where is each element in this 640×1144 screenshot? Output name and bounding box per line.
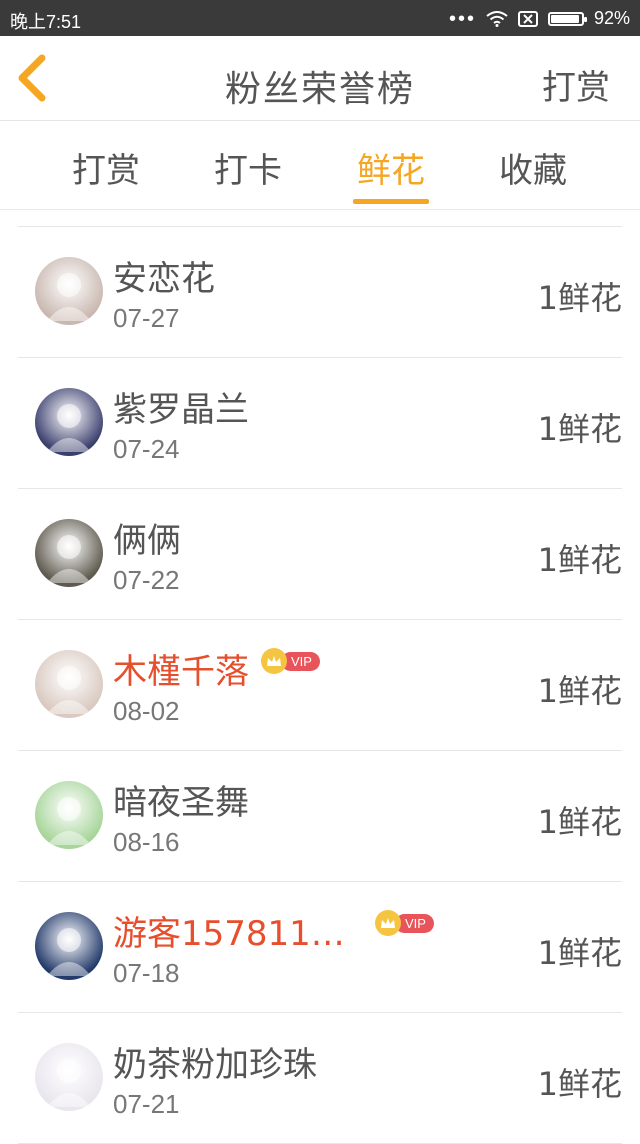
avatar[interactable] xyxy=(35,1043,103,1111)
flower-amount: 1鲜花 xyxy=(537,803,622,841)
avatar[interactable] xyxy=(35,781,103,849)
fan-date: 07-21 xyxy=(113,1089,180,1119)
fan-row[interactable]: 暗夜圣舞 08-16 1鲜花 xyxy=(18,750,622,881)
battery-icon xyxy=(547,11,587,26)
fan-date: 07-24 xyxy=(113,434,180,464)
avatar[interactable] xyxy=(35,650,103,718)
fan-date: 07-18 xyxy=(113,958,180,988)
fan-name: 游客1578110... xyxy=(113,914,363,954)
fan-row[interactable]: 俩俩 07-22 1鲜花 xyxy=(18,488,622,619)
fan-row[interactable]: 安恋花 07-27 1鲜花 xyxy=(18,226,622,357)
tab-checkin[interactable]: 打卡 xyxy=(188,143,308,192)
fan-date: 07-22 xyxy=(113,565,180,595)
avatar[interactable] xyxy=(35,388,103,456)
vip-badge: VIP xyxy=(375,910,434,936)
wifi-icon xyxy=(486,10,508,27)
fan-row[interactable]: 木槿千落 VIP 08-02 1鲜花 xyxy=(18,619,622,750)
flower-amount: 1鲜花 xyxy=(537,541,622,579)
fan-list: 安恋花 07-27 1鲜花 紫罗晶兰 07-24 1鲜花 俩俩 07-22 1鲜花 木槿千落 VIP… xyxy=(0,226,640,1144)
fan-date: 07-27 xyxy=(113,303,180,333)
avatar[interactable] xyxy=(35,257,103,325)
fan-name: 俩俩 xyxy=(113,521,181,561)
fan-name: 木槿千落 xyxy=(113,652,249,692)
battery-percent: 92% xyxy=(593,8,630,28)
status-right: ••• 92% xyxy=(449,8,630,29)
battery-fill xyxy=(550,14,579,23)
crown-icon xyxy=(261,648,287,674)
crown-icon xyxy=(375,910,401,936)
tab-favorites[interactable]: 收藏 xyxy=(473,143,593,192)
fan-date: 08-16 xyxy=(113,827,180,857)
flower-amount: 1鲜花 xyxy=(537,672,622,710)
status-time: 晚上7:51 xyxy=(10,12,82,32)
tab-tips[interactable]: 打赏 xyxy=(46,143,166,192)
fan-name: 奶茶粉加珍珠 xyxy=(113,1045,317,1085)
fan-row[interactable]: 奶茶粉加珍珠 07-21 1鲜花 xyxy=(18,1012,622,1144)
tab-flowers[interactable]: 鲜花 xyxy=(331,143,451,192)
flower-amount: 1鲜花 xyxy=(537,1065,622,1103)
fan-row[interactable]: 紫罗晶兰 07-24 1鲜花 xyxy=(18,357,622,488)
flower-amount: 1鲜花 xyxy=(537,934,622,972)
fan-name: 暗夜圣舞 xyxy=(113,783,249,823)
tip-button[interactable]: 打赏 xyxy=(542,60,610,109)
fan-name: 安恋花 xyxy=(113,259,215,299)
nav-bar: 粉丝荣誉榜 打赏 xyxy=(0,36,640,121)
vip-badge: VIP xyxy=(261,648,320,674)
more-dots-icon: ••• xyxy=(448,7,476,30)
fan-name: 紫罗晶兰 xyxy=(113,390,249,430)
avatar[interactable] xyxy=(35,519,103,587)
flower-amount: 1鲜花 xyxy=(537,410,622,448)
fan-row[interactable]: 游客1578110... VIP 07-18 1鲜花 xyxy=(18,881,622,1012)
active-tab-indicator xyxy=(353,199,429,204)
tab-bar: 打赏 打卡 鲜花 收藏 xyxy=(0,121,640,210)
avatar[interactable] xyxy=(35,912,103,980)
fan-date: 08-02 xyxy=(113,696,180,726)
flower-amount: 1鲜花 xyxy=(537,279,622,317)
status-bar: 晚上7:51 ••• 92% xyxy=(0,0,640,36)
sim-off-icon xyxy=(517,10,538,27)
